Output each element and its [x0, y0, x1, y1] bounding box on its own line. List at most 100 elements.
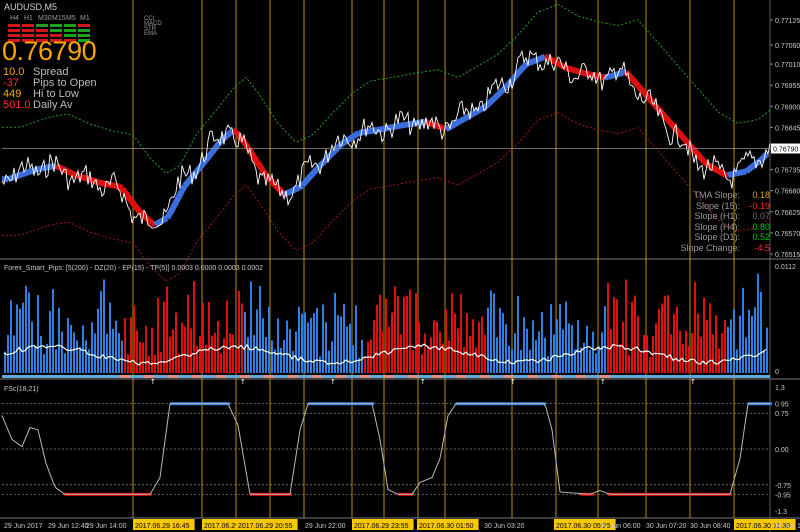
histogram-bar: [724, 319, 726, 373]
histogram-bar: [334, 293, 336, 373]
histogram-bar: [538, 331, 540, 373]
price-tick-label: 0.77060: [775, 43, 800, 50]
tma-segment: [156, 218, 163, 226]
histogram-bar: [307, 322, 309, 373]
histogram-bar: [331, 341, 333, 373]
main-price-chart[interactable]: [1, 3, 771, 282]
histogram-bar: [292, 351, 294, 373]
histogram-bar: [472, 319, 474, 373]
signal-strip-segment: [456, 375, 466, 378]
histogram-bar: [325, 322, 327, 373]
time-tick-label: 2017.06.30 01:50: [419, 523, 474, 530]
tma-segment: [607, 73, 612, 80]
tma-segment: [717, 168, 724, 176]
tma-segment: [257, 164, 266, 173]
tma-segment: [580, 69, 585, 77]
tma-segment: [515, 67, 524, 76]
histogram-bar: [658, 308, 660, 373]
histogram-bar: [478, 322, 480, 373]
tma-segment: [619, 69, 624, 77]
signal-arrow-icon: ↑: [600, 378, 606, 386]
histogram-bar: [250, 281, 252, 373]
tma-segment: [285, 189, 292, 196]
histogram-bar: [337, 315, 339, 373]
histogram-bar: [670, 334, 672, 373]
tma-segment: [668, 121, 677, 129]
histogram-bar: [313, 313, 315, 373]
signal-arrow-icon: ↑: [420, 378, 426, 386]
tma-segment: [272, 182, 281, 191]
price-tick-label: 0.76900: [775, 104, 800, 111]
histogram-bar: [481, 316, 483, 373]
histogram-bar: [166, 286, 168, 373]
tma-segment: [342, 138, 349, 146]
tma-segment: [212, 142, 221, 151]
histogram-bar: [529, 349, 531, 373]
histogram-bar: [88, 349, 90, 373]
histogram-bar: [223, 338, 225, 373]
fsc-oscillator-indicator[interactable]: [1, 402, 772, 496]
tma-segment: [518, 64, 527, 72]
tma-segment: [302, 176, 311, 185]
histogram-bar: [76, 340, 78, 373]
tma-segment: [674, 128, 683, 136]
histogram-bar: [127, 354, 129, 373]
histogram-bar: [373, 320, 375, 373]
histogram-bar: [58, 307, 60, 373]
signal-strip-segment: [264, 375, 274, 378]
tma-segment: [485, 99, 494, 107]
histogram-bar: [409, 289, 411, 373]
tma-segment: [444, 125, 451, 132]
tma-segment: [128, 198, 137, 207]
histogram-bar: [520, 350, 522, 373]
histogram-bar: [412, 350, 414, 373]
histogram-bar: [256, 309, 258, 373]
chart-canvas[interactable]: ↑ ↑ ↑ ↑ ↑ ↑ ↑ 0.77125 0.77060 0.77010 0.76955 0.76…: [0, 0, 800, 532]
indicator2-tick-label: -1.3: [775, 509, 787, 516]
histogram-bar: [73, 332, 75, 373]
histogram-bar: [454, 313, 456, 373]
histogram-bar: [265, 337, 267, 373]
histogram-bar: [394, 286, 396, 373]
tma-segment: [54, 163, 61, 170]
histogram-bar: [271, 340, 273, 373]
tma-segment: [37, 165, 42, 173]
histogram-bar: [721, 333, 723, 373]
histogram-bar: [760, 291, 762, 373]
histogram-bar: [631, 301, 633, 373]
tma-segment: [714, 167, 721, 174]
histogram-bar: [37, 295, 39, 373]
forex-smart-pips-indicator[interactable]: ↑ ↑ ↑ ↑ ↑ ↑ ↑: [2, 273, 770, 386]
histogram-bar: [283, 339, 285, 373]
signal-strip-segment: [552, 375, 562, 378]
histogram-bar: [280, 347, 282, 373]
tma-segment: [537, 55, 544, 62]
histogram-bar: [22, 302, 24, 373]
tma-segment: [555, 60, 562, 68]
histogram-bar: [214, 332, 216, 373]
tma-segment: [19, 171, 24, 178]
tma-segment: [683, 138, 692, 147]
histogram-bar: [475, 347, 477, 373]
signal-strip-segment: [360, 375, 370, 378]
histogram-bar: [34, 346, 36, 373]
histogram-bar: [184, 326, 186, 373]
indicator2-tick-label: -0.95: [775, 492, 791, 499]
tma-segment: [540, 54, 547, 61]
upper-band-line: [2, 3, 771, 174]
histogram-bar: [400, 334, 402, 373]
histogram-bar: [514, 333, 516, 373]
indicator2-tick-label: 0.95: [775, 402, 789, 409]
histogram-bar: [553, 334, 555, 373]
histogram-bar: [175, 312, 177, 373]
histogram-bar: [118, 333, 120, 373]
tma-segment: [288, 187, 295, 195]
histogram-bar: [169, 336, 171, 373]
histogram-bar: [748, 309, 750, 373]
histogram-bar: [346, 326, 348, 373]
tma-segment: [589, 71, 594, 78]
signal-strip-segment: [576, 375, 586, 378]
time-tick-label: 30 Jun 07:20: [646, 523, 687, 530]
histogram-bar: [643, 335, 645, 373]
histogram-bar: [532, 320, 534, 373]
